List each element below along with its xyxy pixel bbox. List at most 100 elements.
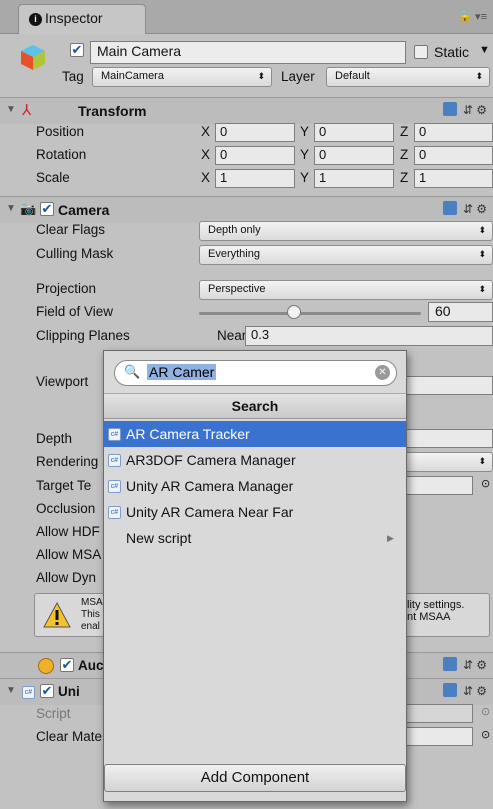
transform-header[interactable]: ▼ ⅄ Transform ⇵ ⚙ xyxy=(0,97,493,124)
viewport-field[interactable] xyxy=(405,376,493,395)
script-enabled-checkbox[interactable]: ✔ xyxy=(40,684,54,698)
search-query-wrap: AR Camer xyxy=(147,364,217,380)
static-dropdown-icon[interactable]: ▼ xyxy=(479,44,490,56)
tab-inspector[interactable]: i Inspector xyxy=(18,4,146,34)
result-label: Unity AR Camera Near Far xyxy=(126,504,294,520)
component-tools[interactable]: ⇵ ⚙ xyxy=(442,657,487,672)
projection-label: Projection xyxy=(36,281,97,296)
camera-enabled-checkbox[interactable]: ✔ xyxy=(40,202,54,216)
clear-search-icon[interactable]: ✕ xyxy=(375,365,390,380)
axis-z-label: Z xyxy=(400,147,409,162)
layer-dropdown[interactable]: Default ⬍ xyxy=(326,67,490,87)
rotation-y-field[interactable]: 0 xyxy=(314,146,394,165)
axis-y-label: Y xyxy=(300,170,310,185)
projection-value: Perspective xyxy=(208,283,266,295)
warning-line: nt MSAA xyxy=(407,611,451,623)
help-book-icon[interactable] xyxy=(442,657,457,671)
fov-value-field[interactable]: 60 xyxy=(428,302,493,322)
tag-value: MainCamera xyxy=(101,70,164,82)
warning-text-right: lity settings. nt MSAA xyxy=(407,599,464,623)
camera-header[interactable]: ▼ 📷 ✔ Camera ⇵ ⚙ xyxy=(0,196,493,223)
result-item[interactable]: c# AR3DOF Camera Manager xyxy=(104,447,406,473)
transform-title: Transform xyxy=(78,103,147,119)
clear-flags-dropdown[interactable]: Depth only ⬍ xyxy=(199,221,493,241)
help-book-icon[interactable] xyxy=(442,683,457,697)
warning-line: MSA xyxy=(81,597,103,608)
scale-y-field[interactable]: 1 xyxy=(314,169,394,188)
viewport-label: Viewport xyxy=(36,374,89,389)
object-name-input[interactable]: Main Camera xyxy=(90,41,406,64)
result-item[interactable]: c# Unity AR Camera Manager xyxy=(104,473,406,499)
allow-msaa-label: Allow MSA xyxy=(36,547,102,562)
script-icon: c# xyxy=(108,506,121,519)
script-icon: c# xyxy=(108,428,121,441)
projection-dropdown[interactable]: Perspective ⬍ xyxy=(199,280,493,300)
lock-menu-icon[interactable]: 🔒 ▾≡ xyxy=(458,10,487,23)
script-icon: c# xyxy=(108,454,121,467)
allow-hdr-label: Allow HDF xyxy=(36,524,100,539)
object-picker-icon[interactable]: ⊙ xyxy=(481,477,490,490)
rotation-label: Rotation xyxy=(36,147,87,162)
layer-value: Default xyxy=(335,70,370,82)
foldout-arrow-icon[interactable]: ▼ xyxy=(6,104,16,115)
dropdown-arrow-icon: ⬍ xyxy=(478,249,486,259)
axis-y-label: Y xyxy=(300,147,310,162)
component-tools[interactable]: ⇵ ⚙ xyxy=(442,683,487,698)
rotation-z-field[interactable]: 0 xyxy=(414,146,493,165)
add-component-button[interactable]: Add Component xyxy=(104,764,406,792)
axis-z-label: Z xyxy=(400,170,409,185)
component-tools[interactable]: ⇵ ⚙ xyxy=(442,201,487,216)
culling-mask-label: Culling Mask xyxy=(36,246,114,261)
fov-slider-track[interactable] xyxy=(199,312,421,315)
new-script-item[interactable]: New script ▶ xyxy=(104,525,406,551)
foldout-arrow-icon[interactable]: ▼ xyxy=(6,203,16,214)
position-y-field[interactable]: 0 xyxy=(314,123,394,142)
allow-dynamic-label: Allow Dyn xyxy=(36,570,97,585)
warning-line: lity settings. xyxy=(407,599,465,611)
active-checkbox[interactable]: ✔ xyxy=(70,43,84,57)
cube-icon xyxy=(20,43,46,71)
help-book-icon[interactable] xyxy=(442,102,457,116)
fov-slider-thumb[interactable] xyxy=(287,305,302,319)
rendering-path-label: Rendering xyxy=(36,454,99,469)
script-icon: c# xyxy=(22,686,35,699)
script-label: Script xyxy=(36,706,71,721)
scale-x-field[interactable]: 1 xyxy=(215,169,295,188)
scale-label: Scale xyxy=(36,170,70,185)
result-item[interactable]: c# AR Camera Tracker xyxy=(104,421,406,447)
warning-line: This xyxy=(81,609,100,620)
depth-field[interactable] xyxy=(405,429,493,448)
clear-material-field[interactable] xyxy=(405,727,473,746)
clipping-planes-label: Clipping Planes xyxy=(36,328,130,343)
rendering-path-dropdown[interactable]: ⬍ xyxy=(405,452,493,472)
add-component-popup: 🔍 AR Camer ✕ Search c# AR Camera Tracker … xyxy=(103,350,407,802)
result-item[interactable]: c# Unity AR Camera Near Far xyxy=(104,499,406,525)
warning-text-left: MSA This enal xyxy=(81,597,103,633)
near-label: Near xyxy=(217,328,247,343)
object-picker-icon[interactable]: ⊙ xyxy=(481,705,490,718)
help-book-icon[interactable] xyxy=(442,201,457,215)
near-value-field[interactable]: 0.3 xyxy=(245,326,493,346)
component-search-input[interactable]: 🔍 AR Camer ✕ xyxy=(114,360,397,386)
position-x-field[interactable]: 0 xyxy=(215,123,295,142)
result-label: AR3DOF Camera Manager xyxy=(126,452,296,468)
fov-label: Field of View xyxy=(36,304,114,319)
occlusion-label: Occlusion xyxy=(36,501,96,516)
foldout-arrow-icon[interactable]: ▼ xyxy=(6,685,16,696)
audio-enabled-checkbox[interactable]: ✔ xyxy=(60,658,74,672)
scale-z-field[interactable]: 1 xyxy=(414,169,493,188)
target-texture-field[interactable] xyxy=(405,476,473,495)
position-z-field[interactable]: 0 xyxy=(414,123,493,142)
dropdown-arrow-icon: ⬍ xyxy=(257,71,265,81)
script-field xyxy=(405,704,473,723)
component-tools[interactable]: ⇵ ⚙ xyxy=(442,102,487,117)
static-checkbox[interactable] xyxy=(414,45,428,59)
object-picker-icon[interactable]: ⊙ xyxy=(481,728,490,741)
culling-mask-dropdown[interactable]: Everything ⬍ xyxy=(199,245,493,265)
axis-x-label: X xyxy=(201,124,211,139)
culling-mask-value: Everything xyxy=(208,248,260,260)
rotation-x-field[interactable]: 0 xyxy=(215,146,295,165)
tag-dropdown[interactable]: MainCamera ⬍ xyxy=(92,67,272,87)
info-icon: i xyxy=(29,13,42,26)
tab-inspector-label: Inspector xyxy=(45,10,103,26)
